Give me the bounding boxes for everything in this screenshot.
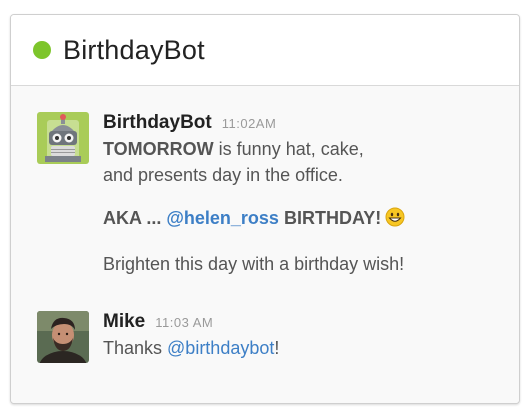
user-photo-icon (37, 311, 89, 363)
channel-title: BirthdayBot (63, 34, 205, 65)
grinning-face-icon (385, 207, 405, 232)
robot-avatar[interactable] (37, 112, 89, 164)
message-text-line: Thanks @birthdaybot! (103, 337, 509, 359)
channel-header: BirthdayBot (11, 15, 519, 86)
user-mention-link[interactable]: @helen_ross (166, 208, 279, 228)
message-text-line: Brighten this day with a birthday wish! (103, 254, 405, 274)
sender-name[interactable]: Mike (103, 311, 145, 333)
message-text: Thanks (103, 338, 168, 358)
message-text-line: TOMORROW is funny hat, cake, (103, 138, 509, 160)
message-list[interactable]: BirthdayBot 11:02AM TOMORROW is funny ha… (11, 86, 519, 403)
bold-text: BIRTHDAY! (278, 208, 382, 228)
message-text-line: AKA ... @helen_ross BIRTHDAY! (103, 207, 509, 232)
timestamp[interactable]: 11:02AM (222, 116, 277, 131)
sender-name[interactable]: BirthdayBot (103, 112, 212, 134)
message-item: Mike 11:03 AM Thanks @birthdaybot! (37, 311, 509, 363)
chat-panel: BirthdayBot BirthdayBot 11:02AM TOMORROW… (10, 14, 520, 404)
bot-mention-link[interactable]: @birthdaybot (167, 338, 274, 358)
timestamp[interactable]: 11:03 AM (155, 315, 213, 330)
online-status-dot (33, 41, 51, 59)
bold-text: AKA ... (103, 208, 167, 228)
message-text: ! (274, 338, 280, 358)
message-text-line: and presents day in the office. (103, 165, 343, 185)
message-item: BirthdayBot 11:02AM TOMORROW is funny ha… (37, 112, 509, 275)
user-photo-avatar[interactable] (37, 311, 89, 363)
bold-text: TOMORROW (103, 139, 214, 159)
message-text: is funny hat, cake, (213, 139, 364, 159)
robot-icon (37, 112, 89, 164)
